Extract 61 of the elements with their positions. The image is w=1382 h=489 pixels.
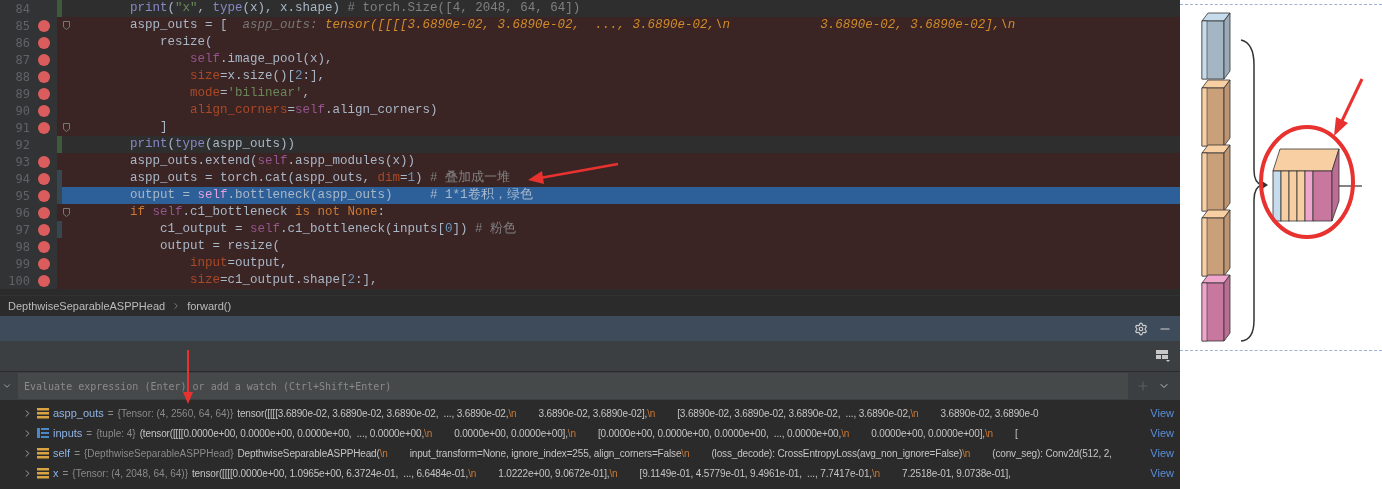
variable-type: {Tensor: (4, 2048, 64, 64)} (72, 467, 188, 479)
code-line: aspp_outs = [ aspp_outs: tensor([[[[3.6890e-02, 3.6890e-02, ..., 3.6890e-02,\n 3.6890e-02, 3.6890e-02],\n (130, 17, 1016, 34)
variable-name: self (53, 447, 71, 459)
code-line: if self.c1_bottleneck is not None: (130, 204, 386, 221)
breakpoint-icon[interactable] (37, 274, 50, 287)
breadcrumb[interactable]: forward() (187, 300, 232, 312)
variable-value: DepthwiseSeparableASPPHead(\n input_transform=None, ignore_index=255, align_corners=False\n (loss_decode): CrossEntropyLoss(avg_non_ignore=False)\n (conv_seg): Conv2d(512, 2, (237, 447, 1112, 459)
breakpoint-icon[interactable] (37, 189, 50, 202)
field-icon (37, 447, 49, 459)
code-line: size=x.size()[2:], (190, 68, 326, 85)
arrow-annotation (1334, 78, 1364, 136)
list-icon (37, 427, 49, 439)
equals-sign: = (62, 467, 69, 479)
watch-field[interactable]: Evaluate expression (Enter) or add a watch (Ctrl+Shift+Enter) (18, 373, 1128, 399)
fold-icon[interactable] (63, 123, 70, 132)
caret-icon[interactable] (2, 381, 12, 391)
fold-icon[interactable] (63, 21, 70, 30)
breakpoint-icon[interactable] (37, 104, 50, 117)
variable-value: tensor([[[[3.6890e-02, 3.6890e-02, 3.6890e-02, ..., 3.6890e-02,\n 3.6890e-02, 3.6890e-02],\n [3.6890e-02, 3.6890e-02, 3.6890e-02, ..., 3.6890e-02,\n 3.6890e-02, 3.6890e-0 (237, 407, 1039, 419)
settings-icon[interactable] (1134, 321, 1148, 336)
breakpoint-icon[interactable] (37, 36, 50, 49)
equals-sign: = (74, 447, 80, 459)
variable-name: aspp_outs (53, 407, 104, 419)
breakpoint-icon[interactable] (37, 121, 50, 134)
variable-type: {DepthwiseSeparableASPPHead} (83, 447, 234, 459)
field-icon (37, 467, 49, 479)
code-line: output = self.bottleneck(aspp_outs) # 1*1卷积，绿色 (130, 187, 533, 204)
code-line: input=output, (190, 255, 288, 272)
breakpoint-icon[interactable] (37, 257, 50, 270)
breakpoint-icon[interactable] (37, 223, 50, 236)
code-line: c1_output = self.c1_bottleneck(inputs[0]) # 粉色 (160, 221, 517, 238)
code-line: print(type(aspp_outs)) (130, 136, 296, 153)
variable-name: inputs (53, 427, 83, 439)
breakpoint-icon[interactable] (37, 53, 50, 66)
code-line: align_corners=self.align_corners) (190, 102, 438, 119)
code-line: print("x", type(x), x.shape) # torch.Size([4, 2048, 64, 64]) (130, 0, 581, 17)
code-line: output = resize( (160, 238, 281, 255)
breakpoint-icon[interactable] (37, 240, 50, 253)
code-line: aspp_outs.extend(self.aspp_modules(x)) (130, 153, 416, 170)
variable-value: (tensor([[[[0.0000e+00, 0.0000e+00, 0.0000e+00, ..., 0.0000e+00,\n 0.0000e+00, 0.0000e+00],\n [0.0000e+00, 0.0000e+00, 0.0000e+00, ..., 0.0000e+00,\n 0.0000e+00, 0.0000e+00],\n [ (139, 427, 1018, 439)
code-line: mode='bilinear', (190, 85, 311, 102)
breakpoint-icon[interactable] (37, 70, 50, 83)
breakpoint-icon[interactable] (37, 19, 50, 32)
layout-icon[interactable] (1156, 350, 1170, 362)
code-line: size=c1_output.shape[2:], (190, 272, 378, 289)
breakpoint-icon[interactable] (37, 172, 50, 185)
breakpoint-icon[interactable] (37, 87, 50, 100)
variable-type: {tuple: 4} (96, 427, 136, 439)
variable-value: tensor([[[[0.0000e+00, 1.0965e+00, 6.3724e-01, ..., 6.6484e-01,\n 1.0222e+00, 9.0672e-01],\n [9.1149e-01, 4.5779e-01, 9.4961e-01, ..., 7.7417e-01,\n 7.2518e-01, 9.0738e-01], (192, 467, 1011, 479)
code-line: ] (160, 119, 168, 136)
equals-sign: = (107, 407, 114, 419)
breakpoint-icon[interactable] (37, 155, 50, 168)
code-line: resize( (160, 34, 213, 51)
breadcrumb[interactable]: DepthwiseSeparableASPPHead (8, 300, 166, 312)
variable-type: {Tensor: (4, 2560, 64, 64)} (117, 407, 234, 419)
code-line: self.image_pool(x), (190, 51, 333, 68)
variable-name: x (53, 467, 59, 479)
fold-icon[interactable] (63, 208, 70, 217)
breakpoint-icon[interactable] (37, 206, 50, 219)
equals-sign: = (86, 427, 93, 439)
field-icon (37, 407, 49, 419)
